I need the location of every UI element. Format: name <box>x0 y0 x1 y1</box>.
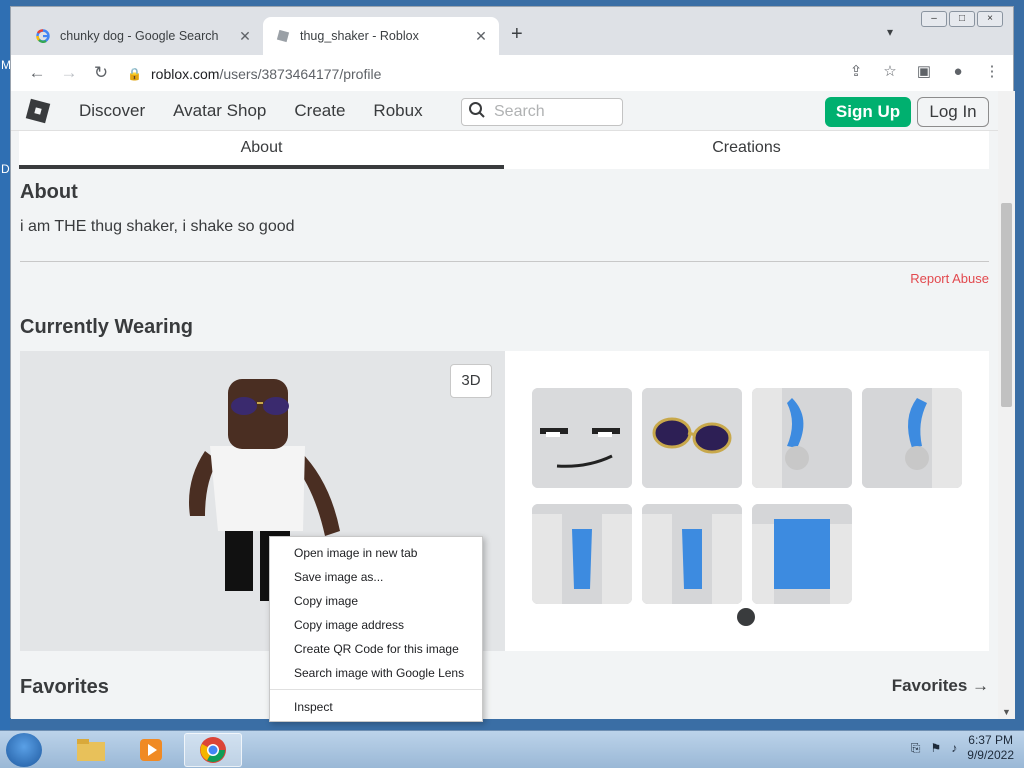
url-path: /users/3873464177/profile <box>219 66 382 82</box>
taskbar-file-explorer-icon[interactable] <box>62 733 120 767</box>
close-window-button[interactable]: × <box>977 11 1003 27</box>
close-icon[interactable]: ✕ <box>471 28 491 45</box>
profile-tabs: About Creations <box>19 131 989 169</box>
menu-search-google-lens[interactable]: Search image with Google Lens <box>270 661 482 685</box>
page-scrollbar[interactable]: ▼ <box>998 91 1015 719</box>
worn-item-left-arm[interactable] <box>862 388 962 488</box>
forward-arrow-icon[interactable]: → <box>53 63 85 83</box>
menu-create-qr-code[interactable]: Create QR Code for this image <box>270 637 482 661</box>
about-description: i am THE thug shaker, i shake so good <box>20 218 295 235</box>
report-abuse-link[interactable]: Report Abuse <box>910 271 989 286</box>
minimize-button[interactable]: – <box>921 11 947 27</box>
roblox-logo-icon[interactable] <box>23 96 53 126</box>
tab-title: thug_shaker - Roblox <box>300 29 419 43</box>
roblox-navbar: Discover Avatar Shop Create Robux Search… <box>11 91 998 131</box>
carousel-indicator-dot[interactable] <box>737 608 755 626</box>
maximize-button[interactable]: □ <box>949 11 975 27</box>
menu-open-image-new-tab[interactable]: Open image in new tab <box>270 541 482 565</box>
tab-strip: chunky dog - Google Search ✕ thug_shaker… <box>11 7 1013 55</box>
nav-avatar-shop[interactable]: Avatar Shop <box>173 101 266 121</box>
log-in-button[interactable]: Log In <box>917 97 989 127</box>
page-viewport: Discover Avatar Shop Create Robux Search… <box>11 91 1015 719</box>
address-bar[interactable]: 🔒 roblox.com /users/3873464177/profile <box>127 61 877 87</box>
nav-create[interactable]: Create <box>294 101 345 121</box>
worn-items-carousel <box>505 351 989 651</box>
currently-wearing-heading: Currently Wearing <box>20 316 193 338</box>
worn-item-face[interactable] <box>532 388 632 488</box>
favorites-heading: Favorites <box>20 676 109 698</box>
tab-roblox-profile[interactable]: thug_shaker - Roblox ✕ <box>263 17 499 55</box>
share-icon[interactable]: ⇪ <box>845 62 867 80</box>
search-input[interactable]: Search <box>461 98 623 126</box>
image-context-menu: Open image in new tab Save image as... C… <box>269 536 483 722</box>
google-icon <box>35 28 51 44</box>
menu-save-image-as[interactable]: Save image as... <box>270 565 482 589</box>
scrollbar-thumb[interactable] <box>1001 203 1012 407</box>
favorites-link[interactable]: Favorites → <box>892 676 989 696</box>
worn-item-right-leg[interactable] <box>532 504 632 604</box>
divider <box>20 261 989 262</box>
close-icon[interactable]: ✕ <box>235 28 255 45</box>
search-icon <box>468 101 486 124</box>
taskbar: ⎘ ⚑ ♪ 6:37 PM 9/9/2022 <box>0 730 1024 768</box>
desktop-icon-label: D <box>1 162 10 176</box>
start-button[interactable] <box>6 733 42 767</box>
network-icon[interactable]: ⎘ <box>911 741 921 756</box>
menu-copy-image[interactable]: Copy image <box>270 589 482 613</box>
nav-discover[interactable]: Discover <box>79 101 145 121</box>
tab-about[interactable]: About <box>19 131 504 169</box>
worn-item-left-leg[interactable] <box>642 504 742 604</box>
browser-toolbar: ← → ↻ 🔒 roblox.com /users/3873464177/pro… <box>11 55 1013 91</box>
bookmark-star-icon[interactable]: ☆ <box>879 62 901 80</box>
sign-up-button[interactable]: Sign Up <box>825 97 911 127</box>
clock-time: 6:37 PM <box>968 733 1013 747</box>
worn-item-shirt[interactable] <box>752 504 852 604</box>
taskbar-media-player-icon[interactable] <box>122 733 180 767</box>
lock-icon: 🔒 <box>127 67 142 81</box>
reload-icon[interactable]: ↻ <box>85 63 117 83</box>
browser-window: chunky dog - Google Search ✕ thug_shaker… <box>10 6 1015 719</box>
window-controls: – □ × <box>921 11 1003 27</box>
action-center-flag-icon[interactable]: ⚑ <box>931 741 942 755</box>
toolbar-actions: ⇪ ☆ ▣ ● ⋮ <box>845 62 1003 81</box>
url-host: roblox.com <box>151 66 220 82</box>
desktop-edge: M D <box>0 0 11 730</box>
profile-avatar-icon[interactable]: ● <box>947 63 969 80</box>
about-heading: About <box>20 181 78 203</box>
worn-item-sunglasses[interactable] <box>642 388 742 488</box>
tab-google-search[interactable]: chunky dog - Google Search ✕ <box>23 17 263 55</box>
menu-separator <box>270 689 482 690</box>
nav-robux[interactable]: Robux <box>373 101 422 121</box>
roblox-favicon-icon <box>275 28 291 44</box>
clock-date: 9/9/2022 <box>967 748 1014 762</box>
tab-creations[interactable]: Creations <box>504 131 989 169</box>
clock[interactable]: 6:37 PM 9/9/2022 <box>967 733 1014 763</box>
side-panel-icon[interactable]: ▣ <box>913 62 935 80</box>
tab-search-chevron-icon[interactable]: ▾ <box>887 25 893 39</box>
3d-toggle-button[interactable]: 3D <box>450 364 492 398</box>
worn-item-right-arm[interactable] <box>752 388 852 488</box>
menu-copy-image-address[interactable]: Copy image address <box>270 613 482 637</box>
taskbar-chrome-icon[interactable] <box>184 733 242 767</box>
search-placeholder: Search <box>494 103 545 120</box>
back-arrow-icon[interactable]: ← <box>21 63 53 83</box>
menu-kebab-icon[interactable]: ⋮ <box>981 62 1003 80</box>
system-tray: ⎘ ⚑ ♪ 6:37 PM 9/9/2022 <box>911 733 1014 763</box>
menu-inspect[interactable]: Inspect <box>270 695 482 719</box>
currently-wearing-panel: 3D <box>20 351 989 651</box>
new-tab-button[interactable]: + <box>511 23 523 46</box>
volume-icon[interactable]: ♪ <box>951 741 957 755</box>
tab-title: chunky dog - Google Search <box>60 29 219 43</box>
scroll-down-arrow-icon[interactable]: ▼ <box>1002 707 1011 717</box>
